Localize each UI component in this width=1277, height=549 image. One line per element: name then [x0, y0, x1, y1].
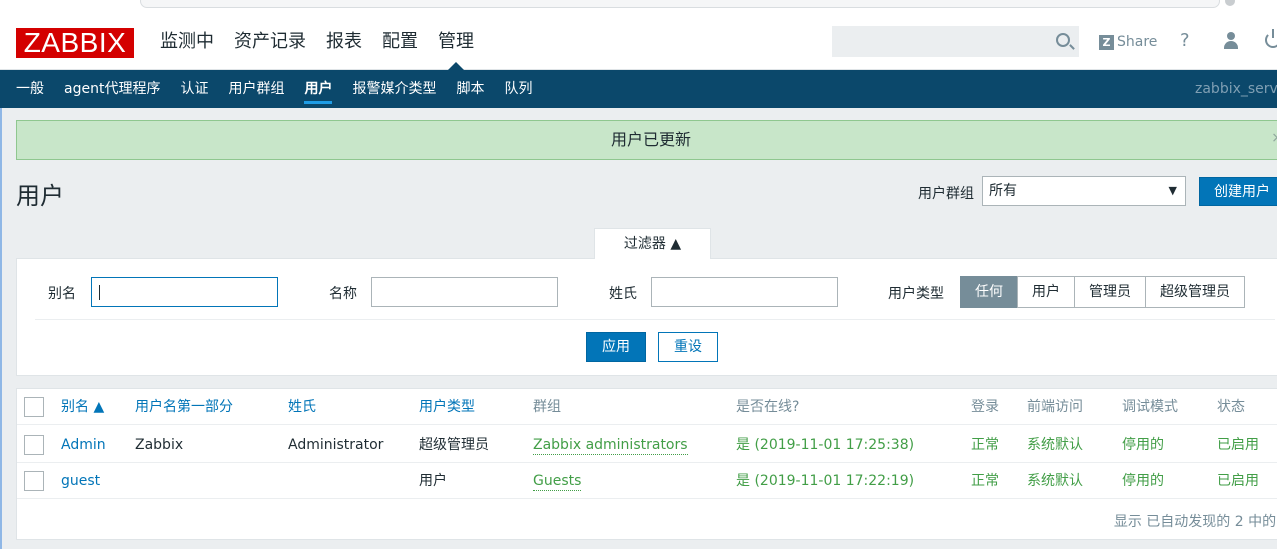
user-group-link[interactable]: Guests — [533, 472, 582, 491]
name-input[interactable] — [371, 277, 558, 307]
share-label: Share — [1117, 34, 1158, 50]
user-group-label: 用户群组 — [918, 186, 974, 202]
subnav-media-types[interactable]: 报警媒介类型 — [342, 70, 446, 108]
sub-nav: 一般 agent代理程序 认证 用户群组 用户 报警媒介类型 脚本 队列 zab… — [0, 70, 1277, 108]
alias-input[interactable] — [91, 277, 278, 307]
browser-menu-icon[interactable] — [1225, 0, 1235, 6]
header-surname[interactable]: 姓氏 — [288, 389, 316, 425]
user-frontend-access[interactable]: 系统默认 — [1027, 427, 1083, 463]
user-debug-mode[interactable]: 停用的 — [1122, 427, 1164, 463]
filter-tab[interactable]: 过滤器 ▲ — [594, 228, 711, 259]
subnav-user-groups[interactable]: 用户群组 — [218, 70, 294, 108]
server-name: zabbix_serve — [1195, 81, 1277, 97]
share-button[interactable]: Z Share — [1099, 31, 1157, 53]
user-icon-head — [1227, 32, 1235, 40]
page-title: 用户 — [16, 182, 64, 210]
user-groups: Guests — [533, 463, 582, 499]
logout-icon[interactable] — [1265, 29, 1277, 48]
row-checkbox[interactable] — [24, 471, 44, 491]
user-icon-body — [1224, 41, 1238, 49]
header-debug-mode: 调试模式 — [1122, 399, 1178, 415]
header-online: 是否在线? — [736, 399, 800, 415]
close-icon[interactable]: × — [1271, 119, 1277, 157]
success-message-text: 用户已更新 — [610, 130, 691, 149]
filter-panel: 别名 名称 姓氏 用户类型 任何 用户 管理员 超级管理员 应用 重设 — [16, 258, 1277, 376]
reset-button[interactable]: 重设 — [658, 332, 718, 362]
select-all-checkbox[interactable] — [24, 397, 44, 417]
header-groups: 群组 — [533, 399, 561, 415]
subnav-general[interactable]: 一般 — [6, 70, 54, 108]
header-frontend-access: 前端访问 — [1027, 399, 1083, 415]
nav-reports[interactable]: 报表 — [316, 14, 372, 70]
subnav-queue[interactable]: 队列 — [494, 70, 542, 108]
table-header-row: 别名 ▲ 用户名第一部分 姓氏 用户类型 群组 是否在线? 登录 前端访问 调试… — [17, 389, 1277, 425]
user-group-select[interactable]: 所有 ▼ — [982, 176, 1186, 206]
name-label: 名称 — [329, 286, 357, 302]
user-name: Zabbix — [135, 437, 184, 453]
user-online: 是 (2019-11-01 17:25:38) — [736, 437, 915, 453]
user-login: 正常 — [971, 437, 999, 453]
header-name[interactable]: 用户名第一部分 — [135, 389, 233, 425]
help-icon[interactable]: ? — [1180, 30, 1190, 51]
create-user-button[interactable]: 创建用户 — [1199, 177, 1277, 206]
main-nav: 监测中 资产记录 报表 配置 管理 — [150, 14, 484, 71]
user-login: 正常 — [971, 473, 999, 489]
chevron-down-icon: ▼ — [1168, 184, 1177, 197]
user-type-super-admin[interactable]: 超级管理员 — [1145, 276, 1245, 308]
table-row: guest 用户 Guests 是 (2019-11-01 17:22:19) … — [17, 463, 1277, 499]
nav-configuration[interactable]: 配置 — [372, 14, 428, 70]
header-status: 状态 — [1217, 399, 1245, 415]
user-type-label: 用户类型 — [888, 286, 944, 302]
search-input[interactable] — [832, 26, 1079, 57]
text-caret — [99, 285, 100, 300]
user-type-radio-group: 任何 用户 管理员 超级管理员 — [960, 276, 1245, 308]
user-alias-link[interactable]: Admin — [61, 427, 106, 463]
nav-administration[interactable]: 管理 — [428, 14, 484, 71]
nav-inventory[interactable]: 资产记录 — [224, 14, 316, 70]
user-frontend-access[interactable]: 系统默认 — [1027, 463, 1083, 499]
user-profile-icon[interactable] — [1223, 32, 1239, 50]
user-group-link[interactable]: Zabbix administrators — [533, 436, 688, 455]
row-checkbox[interactable] — [24, 435, 44, 455]
user-type-admin[interactable]: 管理员 — [1074, 276, 1146, 308]
nav-monitoring[interactable]: 监测中 — [150, 14, 224, 70]
user-surname: Administrator — [288, 437, 384, 453]
success-message: 用户已更新 × — [16, 120, 1277, 160]
user-type: 用户 — [419, 473, 447, 489]
search-icon[interactable] — [1056, 33, 1070, 47]
user-groups: Zabbix administrators — [533, 427, 688, 463]
subnav-scripts[interactable]: 脚本 — [446, 70, 494, 108]
user-type-any[interactable]: 任何 — [960, 276, 1018, 308]
zabbix-share-icon: Z — [1099, 34, 1114, 50]
table-footer-count: 显示 已自动发现的 2 中的2 — [1113, 514, 1277, 530]
header-user-type[interactable]: 用户类型 — [419, 389, 475, 425]
user-type: 超级管理员 — [419, 437, 489, 453]
user-debug-mode[interactable]: 停用的 — [1122, 463, 1164, 499]
users-table: 别名 ▲ 用户名第一部分 姓氏 用户类型 群组 是否在线? 登录 前端访问 调试… — [16, 388, 1277, 540]
filter-divider — [35, 319, 1275, 320]
user-type-user[interactable]: 用户 — [1017, 276, 1075, 308]
surname-input[interactable] — [651, 277, 838, 307]
user-status[interactable]: 已启用 — [1217, 463, 1259, 499]
user-alias-link[interactable]: guest — [61, 463, 100, 499]
table-row: Admin Zabbix Administrator 超级管理员 Zabbix … — [17, 427, 1277, 463]
top-header: ZABBIX 监测中 资产记录 报表 配置 管理 Z Share ? — [0, 14, 1277, 71]
subnav-proxies[interactable]: agent代理程序 — [54, 70, 170, 108]
apply-button[interactable]: 应用 — [586, 332, 646, 362]
header-login: 登录 — [971, 399, 999, 415]
user-status[interactable]: 已启用 — [1217, 427, 1259, 463]
user-group-value: 所有 — [989, 183, 1017, 199]
header-alias[interactable]: 别名 ▲ — [61, 389, 104, 425]
alias-label: 别名 — [48, 286, 76, 302]
address-bar[interactable] — [140, 0, 1220, 8]
user-online: 是 (2019-11-01 17:22:19) — [736, 473, 915, 489]
zabbix-logo[interactable]: ZABBIX — [16, 28, 134, 58]
subnav-users[interactable]: 用户 — [294, 70, 342, 108]
subnav-authentication[interactable]: 认证 — [170, 70, 218, 108]
browser-toolbar — [0, 0, 1277, 14]
surname-label: 姓氏 — [609, 286, 637, 302]
